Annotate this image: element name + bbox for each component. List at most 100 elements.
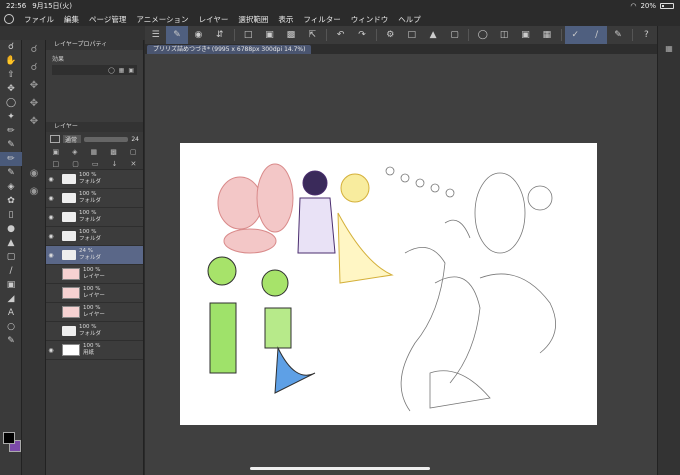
export-icon[interactable]: ⇱ [302, 26, 323, 44]
operation-icon[interactable]: ⇧ [0, 68, 22, 82]
help-icon[interactable]: ? [636, 26, 657, 44]
layer-row-selected[interactable]: ◉ 24 % フォルダ [46, 246, 143, 265]
new-layer-icon[interactable]: □ [53, 160, 60, 168]
visibility-eye-icon[interactable]: ◉ [46, 252, 56, 259]
visibility-eye-icon[interactable]: ◉ [46, 214, 56, 221]
layer-row[interactable]: 100 % フォルダ [46, 322, 143, 341]
layer-row[interactable]: ◉ 100 % フォルダ [46, 208, 143, 227]
visibility-eye-icon[interactable]: ◉ [46, 233, 56, 240]
brush-icon[interactable]: ✎ [0, 166, 22, 180]
visibility-eye-icon[interactable]: ◉ [46, 347, 56, 354]
magic-wand-icon[interactable]: ✦ [0, 110, 22, 124]
figure-icon[interactable]: ∕ [0, 264, 22, 278]
eraser-icon[interactable]: ▯ [0, 208, 22, 222]
transform-icon[interactable]: ▢ [444, 26, 465, 44]
move-icon[interactable]: ✥ [0, 82, 22, 96]
new-vector-icon[interactable]: ▢ [72, 160, 79, 168]
rec-icon[interactable]: ◉ [188, 26, 209, 44]
lasso-icon[interactable]: ◯ [0, 96, 22, 110]
subtool-1-icon[interactable]: ☌ [22, 40, 46, 58]
menu-page[interactable]: ページ管理 [89, 14, 126, 25]
lock-alpha-icon[interactable]: ▩ [110, 148, 117, 156]
subtool-5-icon[interactable]: ✥ [22, 112, 46, 130]
effect-tone-icon[interactable]: ▦ [119, 67, 125, 74]
layer-row[interactable]: 100 % レイヤー [46, 303, 143, 322]
frame-icon[interactable]: ▣ [0, 278, 22, 292]
zoom-icon[interactable]: ☌ [0, 40, 22, 54]
main-color-swatch[interactable] [3, 432, 15, 444]
layer-stack-icon[interactable]: ◉ [22, 164, 46, 182]
eyedropper-icon[interactable]: ✏ [0, 124, 22, 138]
menu-layer[interactable]: レイヤー [199, 14, 229, 25]
text-tool-icon[interactable]: A [0, 306, 22, 320]
pencil-icon[interactable]: ✏ [0, 152, 22, 166]
merge-icon[interactable]: ↓ [112, 160, 118, 168]
layer-stack-2-icon[interactable]: ◉ [22, 182, 46, 200]
pen-icon[interactable]: ✎ [166, 26, 188, 44]
redo-icon[interactable]: ↷ [351, 26, 372, 44]
deselect-icon[interactable]: ◯ [472, 26, 493, 44]
menu-view[interactable]: 表示 [278, 14, 293, 25]
blend-icon[interactable]: ● [0, 222, 22, 236]
ref-icon[interactable]: ◈ [72, 148, 77, 156]
correct-line-icon[interactable]: ✎ [0, 334, 22, 348]
clip-icon[interactable]: ▣ [53, 148, 60, 156]
crop-icon[interactable]: ▦ [536, 26, 557, 44]
canvas-area[interactable] [145, 54, 657, 475]
airbrush-icon[interactable]: ◈ [0, 180, 22, 194]
app-logo-icon[interactable] [4, 14, 14, 24]
layer-row[interactable]: 100 % レイヤー [46, 265, 143, 284]
blend-mode-select[interactable]: 通常 [63, 135, 81, 144]
clear-icon[interactable]: □ [401, 26, 422, 44]
layer-row[interactable]: ◉ 100 % 用紙 [46, 341, 143, 360]
fill-bucket-icon[interactable]: ▲ [0, 236, 22, 250]
document-tab[interactable]: プリリズ詰めつづき* (9995 x 6788px 300dpi 14.7%) [147, 45, 312, 54]
layer-row[interactable]: ◉ 100 % フォルダ [46, 170, 143, 189]
panel-grid-icon[interactable]: ▦ [658, 44, 680, 58]
home-indicator[interactable] [250, 467, 430, 470]
menu-file[interactable]: ファイル [24, 14, 54, 25]
menu-animation[interactable]: アニメーション [136, 14, 188, 25]
selection-icon[interactable]: ▣ [515, 26, 536, 44]
balloon-icon[interactable]: ○ [0, 320, 22, 334]
ruler-icon[interactable]: ◢ [0, 292, 22, 306]
new-folder-icon[interactable]: ▭ [92, 160, 99, 168]
layer-color-icon[interactable] [50, 135, 60, 143]
menu-icon[interactable]: ☰ [145, 26, 166, 44]
menu-help[interactable]: ヘルプ [398, 14, 421, 25]
snap-edit-icon[interactable]: ✎ [607, 26, 628, 44]
gradient-icon[interactable]: ▢ [0, 250, 22, 264]
fill-icon[interactable]: ▲ [422, 26, 443, 44]
layer-row[interactable]: 100 % レイヤー [46, 284, 143, 303]
effect-color-icon[interactable]: ▣ [128, 67, 134, 74]
layer-row[interactable]: ◉ 100 % フォルダ [46, 189, 143, 208]
subtool-4-icon[interactable]: ✥ [22, 94, 46, 112]
subtool-2-icon[interactable]: ☌ [22, 58, 46, 76]
undo-icon[interactable]: ↶ [330, 26, 351, 44]
save-icon[interactable]: ▣ [259, 26, 280, 44]
new-file-icon[interactable]: □ [237, 26, 258, 44]
decoration-icon[interactable]: ✿ [0, 194, 22, 208]
print-icon[interactable]: ▩ [280, 26, 301, 44]
lock-icon[interactable]: ▦ [91, 148, 98, 156]
chevron-updown-icon[interactable]: ⇵ [209, 26, 230, 44]
menu-selection[interactable]: 選択範囲 [238, 14, 268, 25]
subtool-3-icon[interactable]: ✥ [22, 76, 46, 94]
hand-icon[interactable]: ✋ [0, 54, 22, 68]
gear-icon[interactable]: ⚙ [380, 26, 401, 44]
effect-circle-icon[interactable]: ◯ [108, 67, 115, 74]
menu-edit[interactable]: 編集 [64, 14, 79, 25]
menu-window[interactable]: ウィンドウ [351, 14, 389, 25]
visibility-eye-icon[interactable]: ◉ [46, 195, 56, 202]
opacity-slider[interactable] [84, 136, 129, 142]
invert-icon[interactable]: ◫ [494, 26, 515, 44]
line-snap-icon[interactable]: ∕ [585, 26, 608, 44]
delete-layer-icon[interactable]: ✕ [131, 160, 137, 168]
visibility-eye-icon[interactable]: ◉ [46, 176, 56, 183]
mask-icon[interactable]: ▢ [130, 148, 137, 156]
layer-row[interactable]: ◉ 100 % フォルダ [46, 227, 143, 246]
ruler-snap-icon[interactable]: ✓ [564, 26, 586, 44]
pen-tool-icon[interactable]: ✎ [0, 138, 22, 152]
canvas-paper[interactable] [180, 143, 597, 425]
menu-filter[interactable]: フィルター [303, 14, 340, 25]
